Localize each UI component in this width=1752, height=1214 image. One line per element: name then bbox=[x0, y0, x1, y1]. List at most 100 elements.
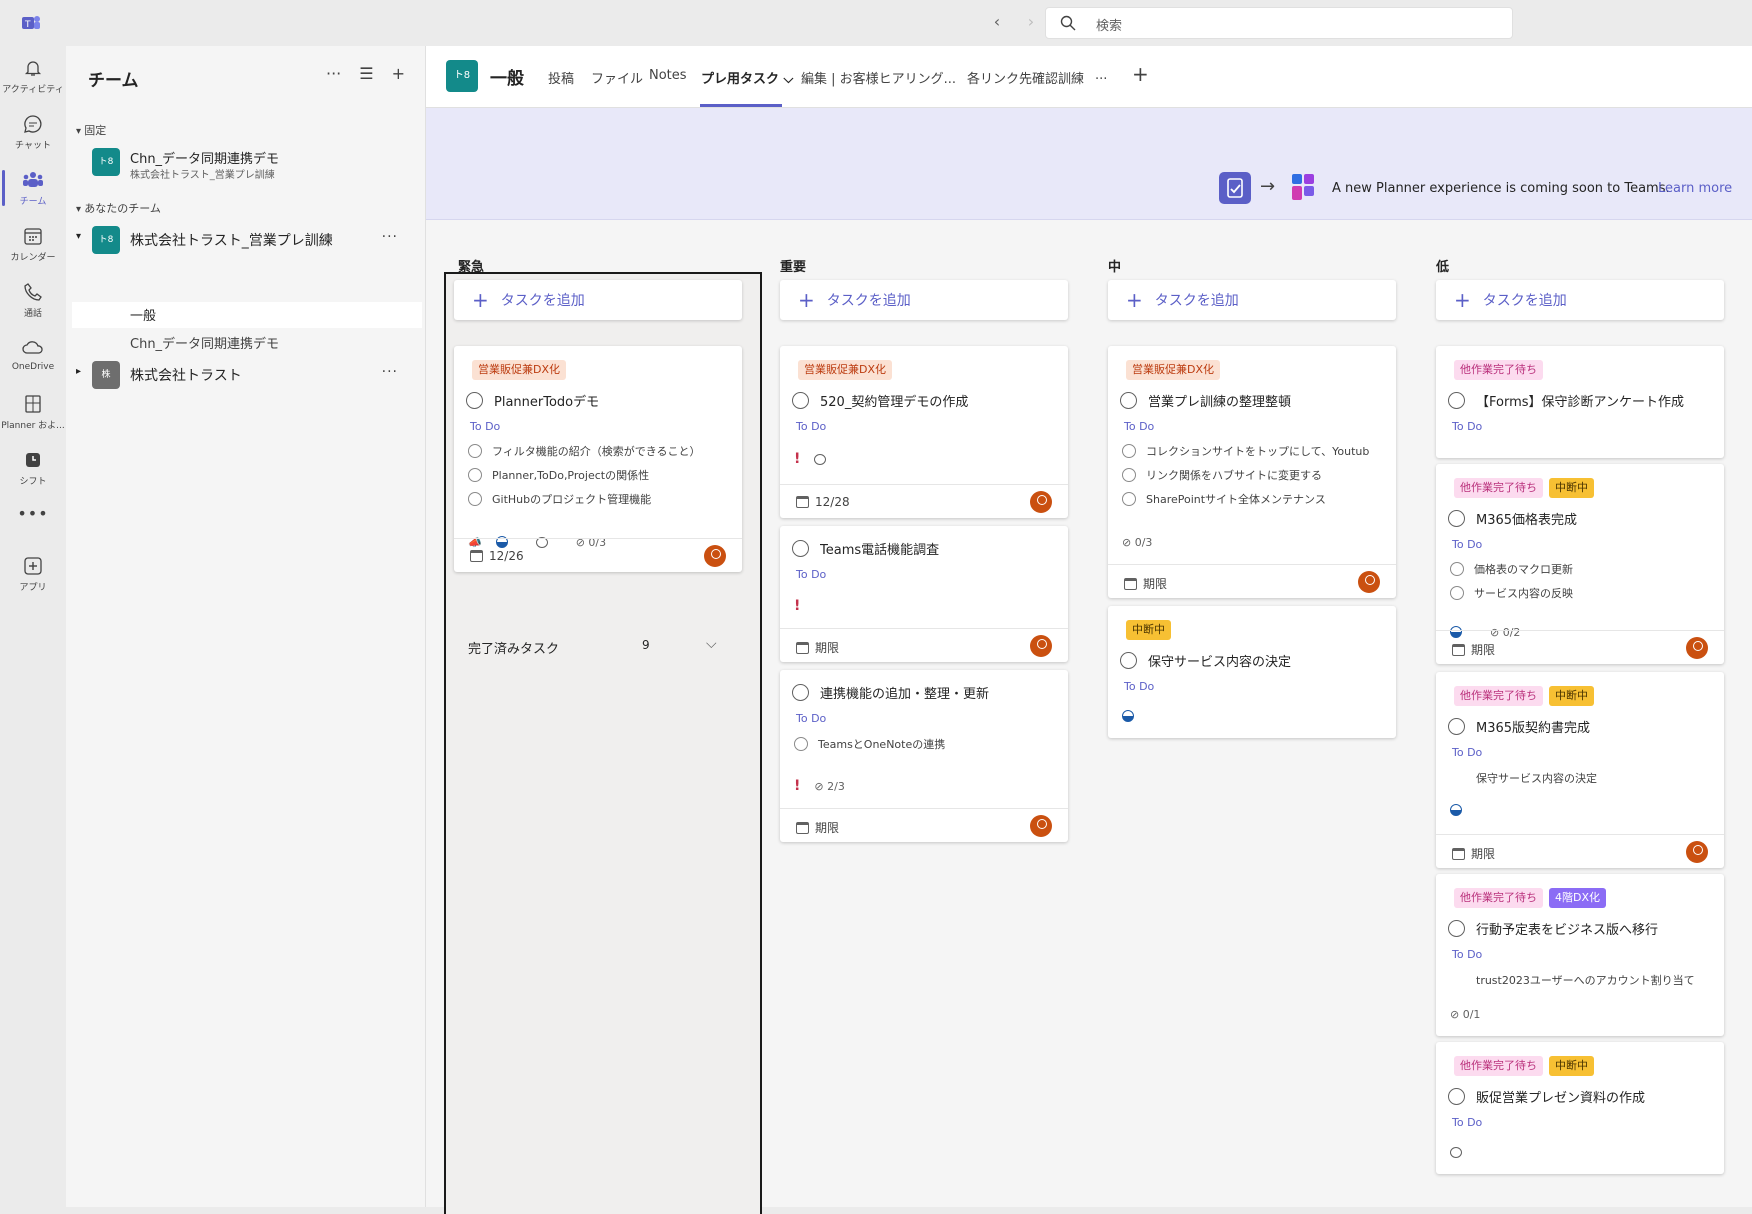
bucket-title[interactable]: 重要 bbox=[780, 256, 806, 275]
add-tab-icon[interactable]: + bbox=[1132, 62, 1149, 86]
add-task-button[interactable]: + タスクを追加 bbox=[780, 280, 1068, 320]
pinned-channel[interactable]: ト8 Chn_データ同期連携デモ 株式会社トラスト_営業プレ訓練 bbox=[66, 145, 422, 181]
more-options-icon[interactable]: ··· bbox=[326, 64, 341, 83]
task-status: To Do bbox=[1124, 680, 1155, 693]
task-title: 販促営業プレゼン資料の作成 bbox=[1476, 1091, 1646, 1106]
task-card[interactable]: 他作業完了待ち 【Forms】保守診断アンケート作成 To Do bbox=[1436, 346, 1724, 458]
add-task-button[interactable]: + タスクを追加 bbox=[1436, 280, 1724, 320]
assignee-avatar[interactable] bbox=[1686, 841, 1708, 863]
tab-more[interactable]: ... bbox=[1095, 68, 1107, 83]
bucket-title[interactable]: 中 bbox=[1108, 256, 1121, 275]
task-status: To Do bbox=[470, 420, 501, 433]
complete-checkbox[interactable] bbox=[792, 540, 809, 557]
collapse-icon[interactable]: ▾ bbox=[76, 231, 81, 242]
chevron-down-icon: ⌵ bbox=[783, 72, 794, 87]
assignee-avatar[interactable] bbox=[1358, 571, 1380, 593]
channel-general[interactable]: 一般 bbox=[130, 305, 156, 324]
complete-checkbox[interactable] bbox=[466, 392, 483, 409]
task-card[interactable]: 中断中 保守サービス内容の決定 To Do bbox=[1108, 606, 1396, 738]
learn-more-link[interactable]: Learn more bbox=[1658, 181, 1732, 196]
search-box[interactable]: 検索 bbox=[1045, 7, 1513, 39]
assignee-avatar[interactable] bbox=[1030, 491, 1052, 513]
bucket-title[interactable]: 低 bbox=[1436, 256, 1449, 275]
checklist-item[interactable]: サービス内容の反映 bbox=[1450, 585, 1718, 601]
team-more-icon[interactable]: ··· bbox=[382, 229, 398, 245]
sidebar-title: チーム bbox=[88, 71, 139, 91]
task-card[interactable]: 他作業完了待ち 中断中 M365価格表完成 To Do 価格表のマクロ更新 サービ… bbox=[1436, 464, 1724, 664]
rail-calls[interactable]: 通話 bbox=[0, 274, 66, 326]
checklist-item[interactable]: Planner,ToDo,Projectの関係性 bbox=[468, 467, 736, 483]
rail-activity[interactable]: アクティビティ bbox=[0, 50, 66, 102]
assignee-avatar[interactable] bbox=[1030, 815, 1052, 837]
assignee-avatar[interactable] bbox=[1030, 635, 1052, 657]
assignee-avatar[interactable] bbox=[1686, 637, 1708, 659]
task-status: To Do bbox=[796, 712, 827, 725]
active-tab-indicator bbox=[700, 104, 782, 107]
expand-icon[interactable]: ▸ bbox=[76, 366, 81, 377]
assignee-avatar[interactable] bbox=[704, 545, 726, 567]
checklist-item[interactable]: TeamsとOneNoteの連携 bbox=[794, 736, 1062, 752]
rail-calendar[interactable]: カレンダー bbox=[0, 218, 66, 270]
channel-data-sync[interactable]: Chn_データ同期連携デモ bbox=[130, 333, 279, 352]
rail-shifts[interactable]: シフト bbox=[0, 442, 66, 494]
bucket-title[interactable]: 緊急 bbox=[458, 256, 484, 275]
tab-edit-hearing[interactable]: 編集 | お客様ヒアリング... bbox=[801, 68, 956, 87]
rail-planner[interactable]: Planner およ... bbox=[0, 386, 66, 438]
complete-checkbox[interactable] bbox=[792, 392, 809, 409]
task-card[interactable]: 営業販促兼DX化 営業プレ訓練の整理整頓 To Do コレクションサイトをトップ… bbox=[1108, 346, 1396, 598]
tab-presentation-tasks[interactable]: プレ用タスク ⌵ bbox=[701, 68, 793, 87]
your-teams-label[interactable]: あなたのチーム bbox=[76, 200, 161, 216]
tab-posts[interactable]: 投稿 bbox=[548, 68, 574, 87]
team-name: 株式会社トラスト bbox=[130, 368, 242, 384]
rail-apps[interactable]: アプリ bbox=[0, 548, 66, 600]
complete-checkbox[interactable] bbox=[792, 684, 809, 701]
team-row[interactable]: ▾ ト8 株式会社トラスト_営業プレ訓練 ··· bbox=[66, 223, 422, 259]
completed-count: 9 bbox=[642, 638, 650, 652]
add-task-button[interactable]: + タスクを追加 bbox=[1108, 280, 1396, 320]
forward-arrow-icon[interactable]: › bbox=[1014, 12, 1048, 31]
task-card[interactable]: 連携機能の追加・整理・更新 To Do TeamsとOneNoteの連携 ! ⊘ … bbox=[780, 670, 1068, 842]
rail-teams[interactable]: チーム bbox=[0, 162, 66, 214]
filter-icon[interactable]: ☰ bbox=[359, 64, 373, 83]
checklist-item[interactable]: 価格表のマクロ更新 bbox=[1450, 561, 1718, 577]
checklist-item[interactable]: GitHubのプロジェクト管理機能 bbox=[468, 491, 736, 507]
pinned-section-label[interactable]: 固定 bbox=[76, 122, 106, 138]
active-channel-highlight bbox=[72, 302, 422, 328]
checklist-item[interactable]: リンク関係をハブサイトに変更する bbox=[1122, 467, 1390, 483]
task-card[interactable]: 営業販促兼DX化 PlannerTodoデモ To Do フィルタ機能の紹介（検… bbox=[454, 346, 742, 572]
complete-checkbox[interactable] bbox=[1448, 1088, 1465, 1105]
tab-files[interactable]: ファイル bbox=[591, 68, 643, 87]
complete-checkbox[interactable] bbox=[1120, 392, 1137, 409]
complete-checkbox[interactable] bbox=[1120, 652, 1137, 669]
progress-text: 0/1 bbox=[1462, 1008, 1481, 1021]
complete-checkbox[interactable] bbox=[1448, 510, 1465, 527]
complete-checkbox[interactable] bbox=[1448, 718, 1465, 735]
task-card[interactable]: 他作業完了待ち 中断中 販促営業プレゼン資料の作成 To Do bbox=[1436, 1042, 1724, 1174]
rail-label: 通話 bbox=[23, 309, 42, 319]
checklist-item[interactable]: フィルタ機能の紹介（検索ができること） bbox=[468, 443, 736, 459]
checklist-item[interactable]: SharePointサイト全体メンテナンス bbox=[1122, 491, 1390, 507]
checklist-text: リンク関係をハブサイトに変更する bbox=[1146, 469, 1322, 482]
task-card[interactable]: 営業販促兼DX化 520_契約管理デモの作成 To Do ! 12/28 bbox=[780, 346, 1068, 518]
plus-icon: + bbox=[1126, 288, 1143, 312]
rail-chat[interactable]: チャット bbox=[0, 106, 66, 158]
team-more-icon[interactable]: ··· bbox=[382, 364, 398, 380]
task-title: Teams電話機能調査 bbox=[820, 543, 940, 558]
add-icon[interactable]: + bbox=[392, 64, 405, 83]
completed-tasks-toggle[interactable]: 完了済みタスク 9 ⌵ bbox=[468, 636, 728, 657]
complete-checkbox[interactable] bbox=[1448, 392, 1465, 409]
team-row[interactable]: ▸ 株 株式会社トラスト ··· bbox=[66, 358, 422, 394]
tab-link-check[interactable]: 各リンク先確認訓練 bbox=[967, 68, 1084, 87]
task-card[interactable]: Teams電話機能調査 To Do ! 期限 bbox=[780, 526, 1068, 662]
checklist-item[interactable]: コレクションサイトをトップにして、Youtub bbox=[1122, 443, 1390, 459]
pinned-channel-name: Chn_データ同期連携デモ bbox=[130, 152, 280, 167]
complete-checkbox[interactable] bbox=[1448, 920, 1465, 937]
rail-label: Planner およ... bbox=[1, 421, 65, 431]
tab-notes[interactable]: Notes bbox=[649, 68, 687, 83]
task-card[interactable]: 他作業完了待ち 4階DX化 行動予定表をビジネス版へ移行 To Do trust2… bbox=[1436, 874, 1724, 1036]
rail-onedrive[interactable]: OneDrive bbox=[0, 330, 66, 382]
add-task-button[interactable]: + タスクを追加 bbox=[454, 280, 742, 320]
back-arrow-icon[interactable]: ‹ bbox=[980, 12, 1014, 31]
rail-more[interactable]: ••• bbox=[0, 498, 66, 550]
task-card[interactable]: 他作業完了待ち 中断中 M365版契約書完成 To Do 保守サービス内容の決定 … bbox=[1436, 672, 1724, 868]
